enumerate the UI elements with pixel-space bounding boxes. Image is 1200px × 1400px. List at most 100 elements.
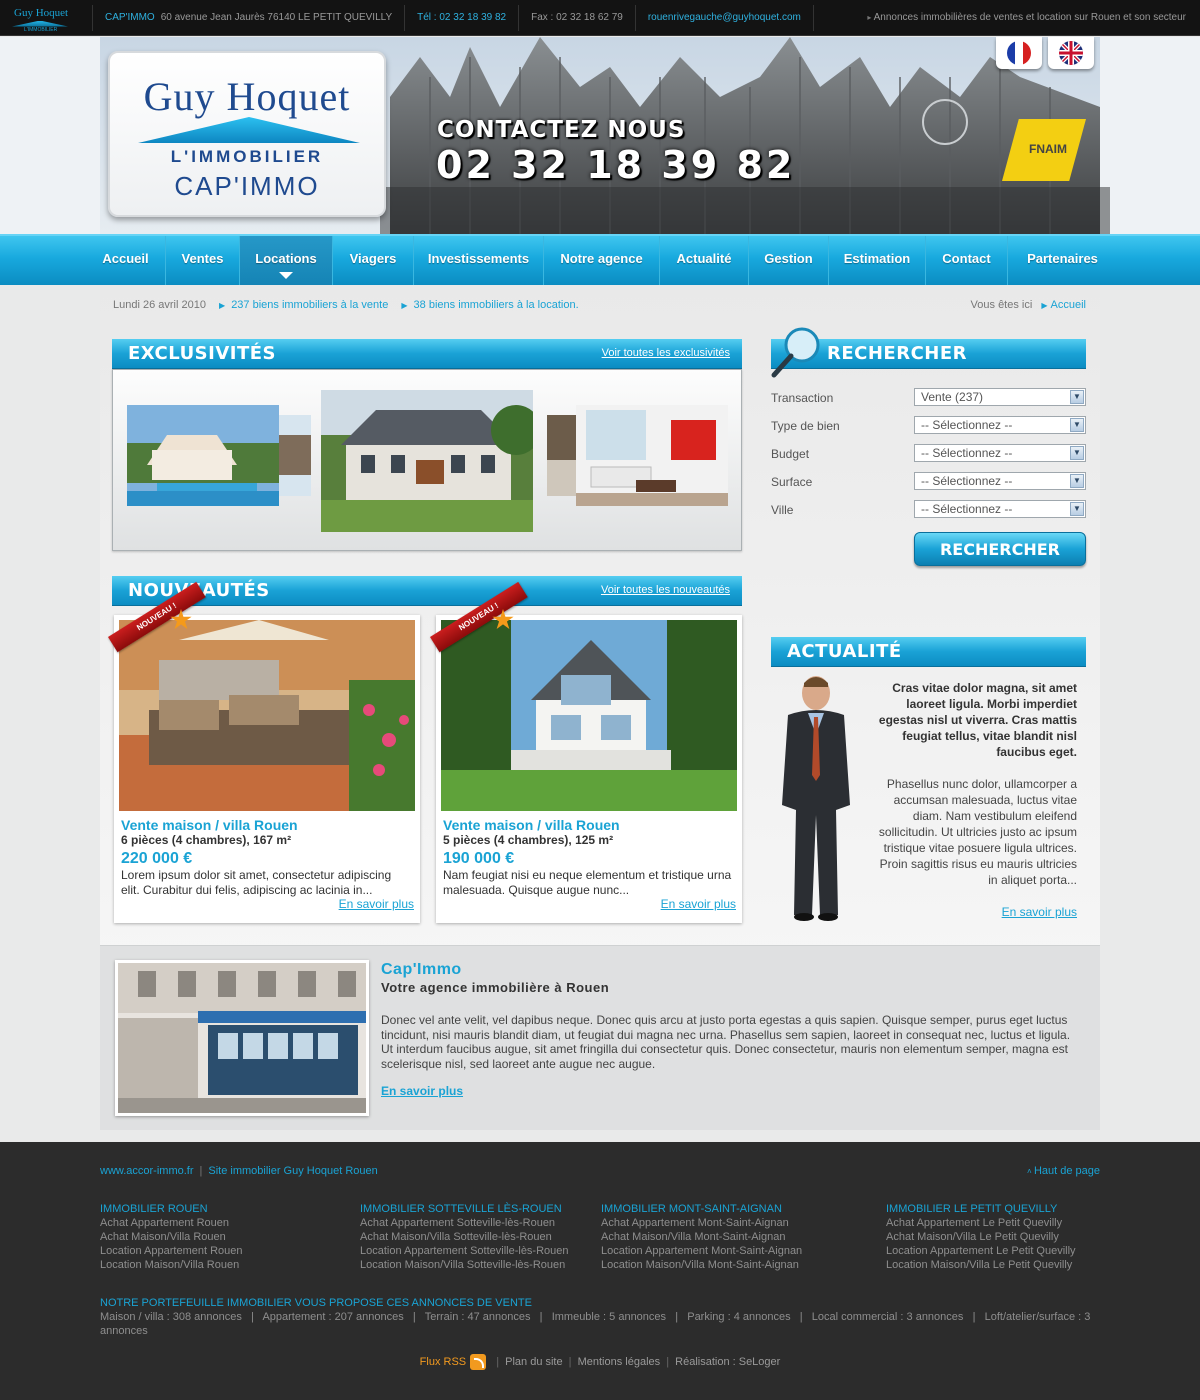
exclusivites-all-link[interactable]: Voir toutes les exclusivités <box>602 347 730 359</box>
back-to-top-link[interactable]: ˄ Haut de page <box>1027 1165 1100 1177</box>
nav-contact[interactable]: Contact <box>925 236 1007 285</box>
search-form: Transaction Vente (237) ▼ Type de bien --… <box>770 388 1088 648</box>
divider <box>518 4 520 31</box>
chevron-down-icon[interactable]: ▼ <box>1070 502 1084 516</box>
breadcrumb: Vous êtes ici ▶ Accueil <box>971 299 1086 311</box>
search-button[interactable]: RECHERCHER <box>914 532 1086 566</box>
legal-link[interactable]: Mentions légales <box>578 1356 661 1368</box>
exclusivite-photo-manor[interactable] <box>321 390 533 532</box>
listing-more-link[interactable]: En savoir plus <box>339 897 414 911</box>
agency-logo[interactable]: Guy Hoquet L'IMMOBILIER CAP'IMMO <box>108 51 386 217</box>
exclusivite-photo-side[interactable] <box>547 415 577 496</box>
topbar-tagline-text: Annonces immobilières de ventes et locat… <box>873 12 1186 23</box>
contact-title: CONTACTEZ NOUS <box>437 117 686 143</box>
footer-link[interactable]: Location Maison/Villa Sotteville-lès-Rou… <box>360 1258 610 1272</box>
topbar-tagline: ▸ Annonces immobilières de ventes et loc… <box>867 12 1186 23</box>
footer-link[interactable]: Achat Appartement Mont-Saint-Aignan <box>601 1216 851 1230</box>
footer-bottom: Flux RSS | Plan du site | Mentions légal… <box>0 1354 1200 1370</box>
nav-gestion[interactable]: Gestion <box>748 236 828 285</box>
footer-link[interactable]: Location Appartement Mont-Saint-Aignan <box>601 1244 851 1258</box>
footer-link[interactable]: Achat Maison/Villa Le Petit Quevilly <box>886 1230 1100 1244</box>
field-label: Type de bien <box>771 419 840 433</box>
nav-partenaires[interactable]: Partenaires <box>1007 236 1117 285</box>
nav-viagers[interactable]: Viagers <box>332 236 413 285</box>
exclusivites-header: EXCLUSIVITÉS Voir toutes les exclusivité… <box>112 339 742 369</box>
agency-description: Donec vel ante velit, vel dapibus neque.… <box>381 1013 1071 1071</box>
nav-notre-agence[interactable]: Notre agence <box>543 236 659 285</box>
field-label: Budget <box>771 447 810 461</box>
listing-photo-terrace[interactable] <box>119 620 415 811</box>
current-date: Lundi 26 avril 2010 <box>113 299 206 311</box>
chevron-down-icon[interactable]: ▼ <box>1070 390 1084 404</box>
actualite-header: ACTUALITÉ <box>771 637 1086 667</box>
listing-title[interactable]: Vente maison / villa Rouen <box>443 817 620 833</box>
footer-link[interactable]: Location Maison/Villa Rouen <box>100 1258 350 1272</box>
property-type-select[interactable]: -- Sélectionnez -- ▼ <box>914 416 1086 434</box>
logo-subtitle: L'IMMOBILIER <box>170 147 324 166</box>
fnaim-label: FNAIM <box>1029 142 1067 156</box>
listing-card[interactable]: NOUVEAU ! Vente maison / villa Rouen 6 p… <box>108 581 420 923</box>
divider <box>92 4 93 31</box>
footer-column-petit-quevilly: IMMOBILIER LE PETIT QUEVILLY Achat Appar… <box>886 1202 1100 1272</box>
nav-locations[interactable]: Locations <box>239 236 332 285</box>
surface-select[interactable]: -- Sélectionnez -- ▼ <box>914 472 1086 490</box>
listing-more-link[interactable]: En savoir plus <box>661 897 736 911</box>
english-flag-icon[interactable] <box>1048 37 1094 69</box>
logo-agency: CAP'IMMO <box>174 171 320 201</box>
breadcrumb-home-link[interactable]: Accueil <box>1051 299 1086 311</box>
exclusivite-photo-living-room[interactable] <box>576 405 728 506</box>
footer-site-desc-link[interactable]: Site immobilier Guy Hoquet Rouen <box>208 1165 377 1177</box>
chevron-down-icon[interactable]: ▼ <box>1070 446 1084 460</box>
listing-photo-house[interactable] <box>441 620 737 811</box>
news-more-link[interactable]: En savoir plus <box>1002 905 1077 919</box>
footer-link[interactable]: Achat Maison/Villa Mont-Saint-Aignan <box>601 1230 851 1244</box>
exclusivite-photo-side[interactable] <box>279 415 311 496</box>
search-row-budget: Budget -- Sélectionnez -- ▼ <box>771 444 1086 464</box>
city-select[interactable]: -- Sélectionnez -- ▼ <box>914 500 1086 518</box>
listing-description: Nam feugiat nisi eu neque elementum et t… <box>443 868 732 897</box>
rent-count-link[interactable]: 38 biens immobiliers à la location. <box>414 299 579 311</box>
arrow-icon: ▶ <box>219 301 226 310</box>
divider <box>404 4 406 31</box>
rss-link[interactable]: Flux RSS <box>420 1356 466 1368</box>
footer-link[interactable]: Achat Appartement Sotteville-lès-Rouen <box>360 1216 610 1230</box>
footer-column-title: IMMOBILIER SOTTEVILLE LÈS-ROUEN <box>360 1203 562 1215</box>
logo-brand: Guy Hoquet <box>143 74 351 119</box>
topbar-email-link[interactable]: rouenrivegauche@guyhoquet.com <box>648 12 801 23</box>
agency-more-link[interactable]: En savoir plus <box>381 1084 463 1098</box>
footer-site-link[interactable]: www.accor-immo.fr <box>100 1165 194 1177</box>
footer-link[interactable]: Achat Maison/Villa Sotteville-lès-Rouen <box>360 1230 610 1244</box>
transaction-select[interactable]: Vente (237) ▼ <box>914 388 1086 406</box>
chevron-down-icon[interactable]: ▼ <box>1070 474 1084 488</box>
listing-card[interactable]: NOUVEAU ! Vente maison / villa Rouen 5 p… <box>430 581 742 923</box>
exclusivite-photo-villa-pool[interactable] <box>127 405 279 506</box>
listing-title[interactable]: Vente maison / villa Rouen <box>121 817 298 833</box>
nav-actualite[interactable]: Actualité <box>659 236 748 285</box>
footer-link[interactable]: Location Appartement Rouen <box>100 1244 350 1258</box>
french-flag-icon[interactable] <box>996 37 1042 69</box>
back-to-top-label: Haut de page <box>1033 1165 1100 1177</box>
nav-estimation[interactable]: Estimation <box>828 236 925 285</box>
nouveautes-all-link[interactable]: Voir toutes les nouveautés <box>601 584 730 596</box>
exclusivites-title: EXCLUSIVITÉS <box>128 343 277 364</box>
rss-icon[interactable] <box>470 1354 487 1370</box>
top-bar: Guy Hoquet L'IMMOBILIER CAP'IMMO 60 aven… <box>0 0 1200 36</box>
nav-ventes[interactable]: Ventes <box>165 236 239 285</box>
footer-link[interactable]: Achat Maison/Villa Rouen <box>100 1230 350 1244</box>
budget-select[interactable]: -- Sélectionnez -- ▼ <box>914 444 1086 462</box>
nav-investissements[interactable]: Investissements <box>413 236 543 285</box>
agency-title: Cap'Immo <box>381 961 462 978</box>
footer-link[interactable]: Achat Appartement Rouen <box>100 1216 350 1230</box>
topbar-logo[interactable]: Guy Hoquet L'IMMOBILIER <box>10 4 80 33</box>
footer-link[interactable]: Location Maison/Villa Le Petit Quevilly <box>886 1258 1100 1272</box>
footer-link[interactable]: Achat Appartement Le Petit Quevilly <box>886 1216 1100 1230</box>
chevron-down-icon[interactable]: ▼ <box>1070 418 1084 432</box>
footer-link[interactable]: Location Appartement Sotteville-lès-Roue… <box>360 1244 610 1258</box>
logo-roof-icon <box>138 117 360 143</box>
sitemap-link[interactable]: Plan du site <box>505 1356 562 1368</box>
footer-link[interactable]: Location Maison/Villa Mont-Saint-Aignan <box>601 1258 851 1272</box>
nav-accueil[interactable]: Accueil <box>86 236 165 285</box>
sale-count-link[interactable]: 237 biens immobiliers à la vente <box>231 299 388 311</box>
field-label: Surface <box>771 475 813 489</box>
footer-link[interactable]: Location Appartement Le Petit Quevilly <box>886 1244 1100 1258</box>
